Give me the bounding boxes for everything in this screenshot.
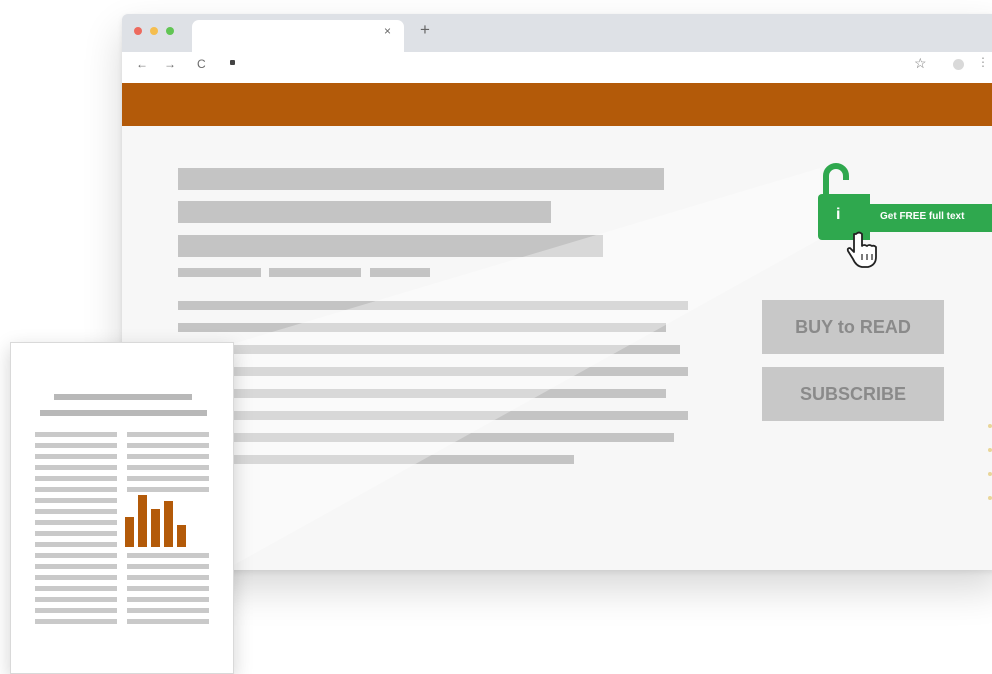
doc-line: [127, 586, 209, 591]
doc-line: [35, 575, 117, 580]
doc-line: [35, 564, 117, 569]
doc-line: [35, 531, 117, 536]
open-padlock-shackle-icon: [823, 163, 849, 196]
doc-line: [35, 465, 117, 470]
doc-line: [35, 509, 117, 514]
buy-to-read-button[interactable]: BUY to READ: [762, 300, 944, 354]
doc-line: [127, 619, 209, 624]
get-free-full-text-label[interactable]: Get FREE full text: [880, 211, 964, 222]
doc-line: [35, 619, 117, 624]
doc-line: [127, 476, 209, 481]
bar-chart-icon: [125, 495, 211, 547]
doc-line: [35, 454, 117, 459]
document-thumbnail: [10, 342, 234, 674]
doc-line: [127, 553, 209, 558]
doc-line: [127, 432, 209, 437]
doc-line: [35, 597, 117, 602]
doc-line: [35, 542, 117, 547]
doc-line: [35, 608, 117, 613]
doc-line: [127, 443, 209, 448]
doc-line: [35, 520, 117, 525]
doc-line: [35, 443, 117, 448]
doc-line: [35, 476, 117, 481]
doc-line: [35, 553, 117, 558]
keyhole-icon: i: [836, 206, 841, 223]
doc-title-placeholder: [40, 410, 207, 416]
doc-line: [127, 575, 209, 580]
doc-line: [127, 465, 209, 470]
hand-pointer-cursor-icon: [846, 231, 877, 268]
doc-line: [127, 454, 209, 459]
doc-line: [35, 586, 117, 591]
doc-title-placeholder: [54, 394, 192, 400]
edge-decoration: [988, 424, 992, 500]
doc-line: [35, 432, 117, 437]
doc-line: [127, 597, 209, 602]
doc-line: [35, 498, 117, 503]
doc-line: [127, 564, 209, 569]
doc-line: [35, 487, 117, 492]
doc-line: [127, 608, 209, 613]
subscribe-button[interactable]: SUBSCRIBE: [762, 367, 944, 421]
doc-line: [127, 487, 209, 492]
